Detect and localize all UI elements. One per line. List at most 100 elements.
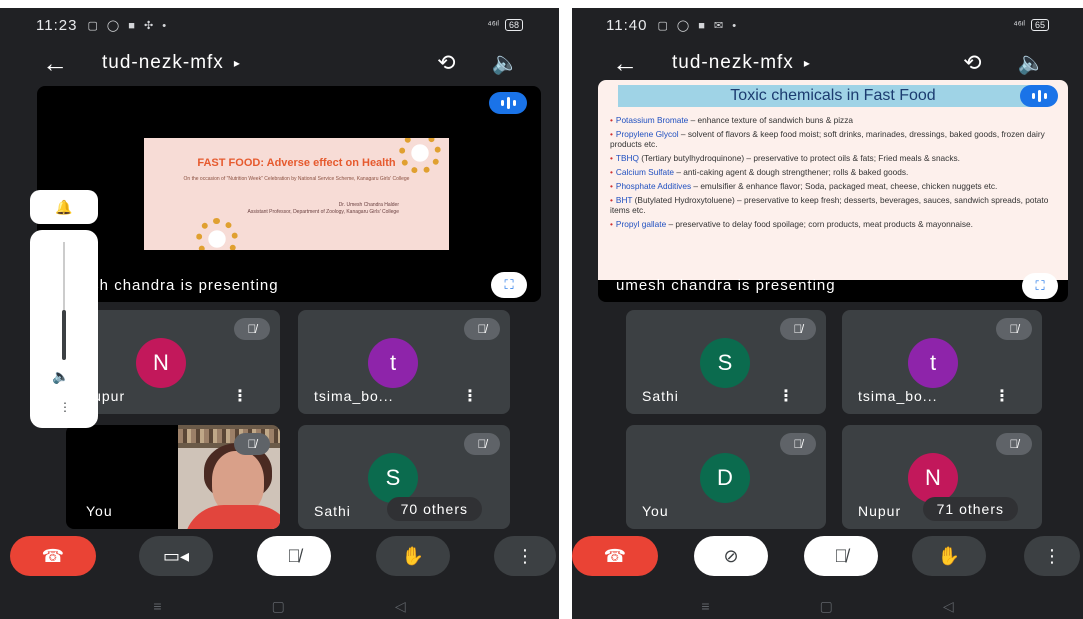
participant-name: tsima_bo... xyxy=(314,388,394,404)
slide-bullet: • Phosphate Additives – emulsifier & enha… xyxy=(610,181,998,191)
slide-bullet-list: • Potassium Bromate – enhance texture of … xyxy=(598,107,1068,229)
slide-content: Toxic chemicals in Fast Food • Potassium … xyxy=(598,80,1068,280)
participant-tile[interactable]: 🎙̸ S Sathi 70 others xyxy=(298,425,510,529)
avatar: N xyxy=(908,453,958,503)
mic-off-icon: 🎙̸ xyxy=(996,433,1032,455)
battery-icon: 68 xyxy=(504,19,523,31)
avatar: S xyxy=(368,453,418,503)
camera-toggle-button[interactable]: ▭◂ xyxy=(139,536,213,576)
status-right: ⁴⁶ᶦˡ 68 xyxy=(487,19,523,31)
meeting-code[interactable]: tud-nezk-mfx xyxy=(672,52,794,74)
speaker-icon: 🔈 xyxy=(52,368,70,384)
participant-tile[interactable]: 🎙̸ t tsima_bo... ⋮ xyxy=(842,310,1042,414)
ring-mode-button[interactable]: 🔔 xyxy=(30,190,98,224)
more-vert-icon: ⋮ xyxy=(1043,545,1061,566)
call-controls: ☎ ▭◂ 🎙̸ ✋ ⋮ xyxy=(0,536,559,580)
self-video-tile[interactable]: 🎙̸ You xyxy=(66,425,280,529)
avatar: S xyxy=(700,338,750,388)
nav-menu-icon[interactable]: ≡ xyxy=(153,598,161,614)
camera-toggle-button[interactable]: ⊘ xyxy=(694,536,768,576)
more-vert-icon[interactable]: ⋮ xyxy=(994,386,1010,406)
hand-icon: ✋ xyxy=(401,545,425,566)
android-nav-bar: ≡ ▢ ◁ xyxy=(0,594,559,618)
more-vert-icon: ⋮ xyxy=(516,545,534,566)
speaker-icon[interactable]: 🔈 xyxy=(1018,50,1045,76)
participant-name: You xyxy=(86,503,113,519)
presentation-tile[interactable]: Toxic chemicals in Fast Food • Potassium … xyxy=(598,80,1068,302)
nav-back-icon[interactable]: ◁ xyxy=(395,598,406,615)
nav-back-icon[interactable]: ◁ xyxy=(943,598,954,615)
back-arrow-icon[interactable]: ← xyxy=(612,48,672,79)
nav-home-icon[interactable]: ▢ xyxy=(272,598,285,615)
status-time: 11:23 xyxy=(36,16,78,34)
mic-off-icon: 🎙̸ xyxy=(780,433,816,455)
fullscreen-icon[interactable]: ⛶ xyxy=(491,272,527,298)
phone-screen-right: 11:40 ▢ ◯ ■ ✉ • ⁴⁶ᶦˡ 65 ← tud-nezk-mfx ▸… xyxy=(572,8,1083,619)
participant-tile[interactable]: 🎙̸ N Nupur 71 others xyxy=(842,425,1042,529)
status-time: 11:40 xyxy=(606,16,648,34)
meeting-code[interactable]: tud-nezk-mfx xyxy=(102,52,224,74)
bell-icon: 🔔 xyxy=(55,198,73,215)
more-options-button[interactable]: ⋮ xyxy=(1024,536,1080,576)
meeting-info-chevron-icon[interactable]: ▸ xyxy=(804,56,810,70)
participant-name: Sathi xyxy=(642,388,679,404)
status-bar: 11:23 ▢ ◯ ■ ✣ • ⁴⁶ᶦˡ 68 xyxy=(0,8,559,42)
status-right: ⁴⁶ᶦˡ 65 xyxy=(1013,19,1049,31)
slide-bullet: • Propylene Glycol – solvent of flavors &… xyxy=(610,129,1045,149)
volume-fill[interactable] xyxy=(62,310,66,360)
more-vert-icon[interactable]: ⋮ xyxy=(462,386,478,406)
nav-menu-icon[interactable]: ≡ xyxy=(701,598,709,614)
mic-off-icon: 🎙̸ xyxy=(464,318,500,340)
camera-icon: ▭◂ xyxy=(162,545,190,566)
more-vert-icon[interactable]: ⋮ xyxy=(232,386,248,406)
avatar: t xyxy=(368,338,418,388)
notification-icons: ▢ ◯ ■ ✣ • xyxy=(87,19,170,32)
others-count[interactable]: 71 others xyxy=(922,497,1018,521)
title-actions: ⟲ 🔈 xyxy=(437,50,519,76)
slide-title: Toxic chemicals in Fast Food xyxy=(618,85,1048,107)
title-actions: ⟲ 🔈 xyxy=(963,50,1045,76)
audio-level-icon xyxy=(489,92,527,114)
participant-tile[interactable]: 🎙̸ S Sathi ⋮ xyxy=(626,310,826,414)
participant-name: Sathi xyxy=(314,503,351,519)
more-vert-icon[interactable]: ⋮ xyxy=(778,386,794,406)
raise-hand-button[interactable]: ✋ xyxy=(912,536,986,576)
switch-camera-icon[interactable]: ⟲ xyxy=(437,50,455,76)
self-tile[interactable]: 🎙̸ D You xyxy=(626,425,826,529)
mic-toggle-button[interactable]: 🎙̸ xyxy=(804,536,878,576)
nav-home-icon[interactable]: ▢ xyxy=(820,598,833,615)
more-settings-icon[interactable]: ⋮ xyxy=(59,400,71,414)
participant-name: tsima_bo... xyxy=(858,388,938,404)
presentation-tile[interactable]: FAST FOOD: Adverse effect on Health On t… xyxy=(37,86,541,302)
switch-camera-icon[interactable]: ⟲ xyxy=(963,50,981,76)
participant-tile[interactable]: 🎙̸ N Nupur ⋮ xyxy=(66,310,280,414)
mic-off-icon: 🎙̸ xyxy=(234,433,270,455)
mic-off-icon: 🎙̸ xyxy=(996,318,1032,340)
mic-off-icon: 🎙̸ xyxy=(780,318,816,340)
meeting-info-chevron-icon[interactable]: ▸ xyxy=(234,56,240,70)
mic-off-icon: 🎙̸ xyxy=(834,545,848,566)
fullscreen-icon[interactable]: ⛶ xyxy=(1022,273,1058,299)
end-call-icon: ☎ xyxy=(603,545,627,566)
raise-hand-button[interactable]: ✋ xyxy=(376,536,450,576)
mic-toggle-button[interactable]: 🎙̸ xyxy=(257,536,331,576)
end-call-button[interactable]: ☎ xyxy=(10,536,96,576)
mic-off-icon: 🎙̸ xyxy=(234,318,270,340)
speaker-icon[interactable]: 🔈 xyxy=(492,50,519,76)
back-arrow-icon[interactable]: ← xyxy=(42,48,102,79)
slide-bullet: • BHT (Butylated Hydroxytoluene) – preser… xyxy=(610,195,1049,215)
participant-name: Nupur xyxy=(858,503,902,519)
participant-tile[interactable]: 🎙̸ t tsima_bo... ⋮ xyxy=(298,310,510,414)
slide-bullet: • TBHQ (Tertiary butylhydroquinone) – pre… xyxy=(610,153,960,163)
volume-panel: 🔔 🔈 ⋮ xyxy=(30,190,98,428)
others-count[interactable]: 70 others xyxy=(386,497,482,521)
volume-slider[interactable]: 🔈 ⋮ xyxy=(30,230,98,428)
camera-off-icon: ⊘ xyxy=(723,545,739,566)
more-options-button[interactable]: ⋮ xyxy=(494,536,556,576)
mic-off-icon: 🎙̸ xyxy=(287,545,301,566)
slide-author: Dr. Umesh Chandra Halder Assistant Profe… xyxy=(144,202,449,216)
avatar: N xyxy=(136,338,186,388)
end-call-icon: ☎ xyxy=(41,545,65,566)
slide-subtitle: On the occasion of "Nutrition Week" Cele… xyxy=(183,176,410,182)
end-call-button[interactable]: ☎ xyxy=(572,536,658,576)
